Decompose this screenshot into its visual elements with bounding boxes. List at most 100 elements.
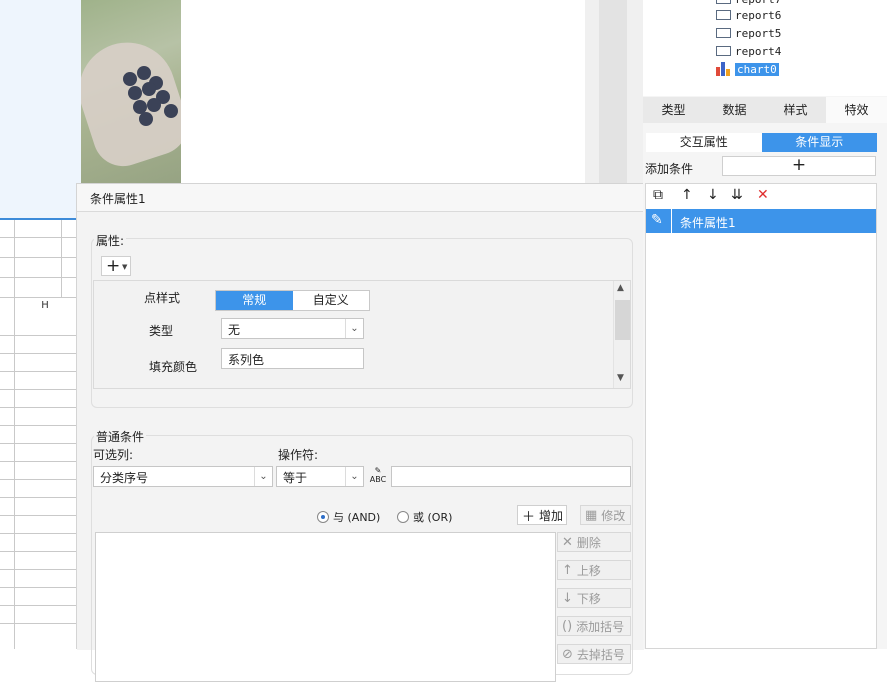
scroll-thumb[interactable] xyxy=(615,300,630,340)
condition-list[interactable] xyxy=(95,532,556,682)
dialog-body: 属性: + ▼ 点样式 常规 自定义 类型 无 ⌄ 填充颜色 系列色 ▲ ▼ 普… xyxy=(77,212,644,682)
move-bottom-icon[interactable]: ⇊ xyxy=(731,187,743,203)
arrow-up-icon[interactable]: ↑ xyxy=(681,187,693,203)
property-tabs: 类型 数据 样式 特效 xyxy=(643,97,887,123)
modify-button[interactable]: ▦ 修改 xyxy=(580,505,631,525)
scroll-down-icon[interactable]: ▼ xyxy=(617,373,624,383)
right-panel: report7 report6 report5 report4 chart0 类… xyxy=(643,0,887,649)
attribute-scrollbar[interactable]: ▲ ▼ xyxy=(613,281,630,388)
point-style-toggle: 常规 自定义 xyxy=(215,290,370,311)
and-radio[interactable]: 与 (AND) xyxy=(317,509,380,525)
condition-dialog: 条件属性1 属性: + ▼ 点样式 常规 自定义 类型 无 ⌄ 填充颜色 系列色 xyxy=(76,183,644,682)
type-select-value: 无 xyxy=(228,323,241,337)
add-condition-label: 增加 xyxy=(539,508,564,523)
delete-label: 删除 xyxy=(576,535,601,550)
effect-subtabs: 交互属性 条件显示 xyxy=(646,133,877,152)
add-bracket-button[interactable]: () 添加括号 xyxy=(557,616,631,636)
condition-list-toolbar: ⧉ ↑ ↓ ⇊ ✕ xyxy=(646,184,876,208)
operator-select-value: 等于 xyxy=(283,471,308,485)
operator-label: 操作符: xyxy=(278,448,319,462)
move-down-label: 下移 xyxy=(576,591,601,606)
column-select[interactable]: 分类序号 ⌄ xyxy=(93,466,273,487)
column-header-h[interactable]: H xyxy=(14,300,76,318)
tab-style[interactable]: 样式 xyxy=(765,97,826,123)
point-style-label: 点样式 xyxy=(144,291,181,305)
condition-group-label: 普通条件 xyxy=(94,428,147,445)
tree-item-label: chart0 xyxy=(735,62,779,76)
fill-color-field[interactable]: 系列色 xyxy=(221,348,364,369)
chevron-down-icon: ⌄ xyxy=(254,467,272,486)
value-input[interactable] xyxy=(391,466,631,487)
plus-icon: + xyxy=(791,155,807,175)
fill-color-label: 填充颜色 xyxy=(149,360,198,374)
operator-select[interactable]: 等于 ⌄ xyxy=(276,466,364,487)
spreadsheet-grid: H xyxy=(0,220,76,649)
remove-bracket-button[interactable]: ⊘ 去掉括号 xyxy=(557,644,631,664)
add-condition-panel-button[interactable]: + xyxy=(722,156,876,176)
background-image xyxy=(81,0,181,184)
remove-bracket-label: 去掉括号 xyxy=(576,647,625,662)
tree-item-report4[interactable]: report4 xyxy=(716,43,781,59)
bracket-icon: () xyxy=(562,618,573,634)
dialog-title: 条件属性1 xyxy=(77,184,644,212)
or-radio[interactable]: 或 (OR) xyxy=(397,509,452,525)
formula-abc-icon[interactable]: ✎ ABC xyxy=(368,466,388,486)
add-condition-label: 添加条件 xyxy=(645,162,694,176)
tree-item-report5[interactable]: report5 xyxy=(716,25,781,41)
condition-item-label: 条件属性1 xyxy=(680,216,736,230)
point-style-custom[interactable]: 自定义 xyxy=(293,291,370,310)
column-select-value: 分类序号 xyxy=(100,471,149,485)
column-label: 可选列: xyxy=(93,448,134,462)
condition-attribute-list: ⧉ ↑ ↓ ⇊ ✕ ✎ 条件属性1 xyxy=(645,183,877,649)
tree-item-label: report7 xyxy=(735,0,781,6)
plus-icon: + xyxy=(106,256,121,276)
tab-type[interactable]: 类型 xyxy=(643,97,704,123)
add-attribute-button[interactable]: + ▼ xyxy=(101,256,131,276)
widget-tree: report7 report6 report5 report4 chart0 xyxy=(643,0,887,96)
attribute-panel[interactable]: 点样式 常规 自定义 类型 无 ⌄ 填充颜色 系列色 ▲ ▼ xyxy=(93,280,631,389)
canvas-gutter xyxy=(585,0,643,184)
fill-color-value: 系列色 xyxy=(228,353,265,367)
subtab-interaction[interactable]: 交互属性 xyxy=(646,133,762,152)
radio-unchecked-icon xyxy=(397,511,409,523)
arrow-down-icon[interactable]: ↓ xyxy=(707,187,719,203)
tab-data[interactable]: 数据 xyxy=(704,97,765,123)
edit-icon: ▦ xyxy=(585,507,598,523)
arrow-up-icon: ↑ xyxy=(562,562,573,578)
report-canvas xyxy=(181,0,585,184)
tree-item-report6[interactable]: report6 xyxy=(716,7,781,23)
attribute-group-label: 属性: xyxy=(94,232,127,249)
condition-item[interactable]: ✎ 条件属性1 xyxy=(646,209,876,233)
scroll-up-icon[interactable]: ▲ xyxy=(617,283,624,293)
or-radio-label: 或 (OR) xyxy=(413,511,453,524)
report-icon xyxy=(716,10,731,20)
tree-item-report7[interactable]: report7 xyxy=(716,0,781,7)
add-condition-button[interactable]: ＋ 增加 xyxy=(517,505,567,525)
report-icon xyxy=(716,28,731,38)
radio-checked-icon xyxy=(317,511,329,523)
tree-item-label: report6 xyxy=(735,8,782,22)
tree-item-label: report5 xyxy=(735,26,782,40)
chevron-down-icon: ⌄ xyxy=(345,319,363,338)
pencil-icon: ✎ xyxy=(651,212,663,228)
move-down-button[interactable]: ↓ 下移 xyxy=(557,588,631,608)
move-up-label: 上移 xyxy=(576,563,601,578)
subtab-conditional-display[interactable]: 条件显示 xyxy=(761,133,877,152)
chevron-down-icon: ▼ xyxy=(122,263,128,271)
add-bracket-label: 添加括号 xyxy=(576,619,625,634)
delete-icon[interactable]: ✕ xyxy=(757,187,769,203)
move-up-button[interactable]: ↑ 上移 xyxy=(557,560,631,580)
tab-effects[interactable]: 特效 xyxy=(826,97,887,123)
arrow-down-icon: ↓ xyxy=(562,590,573,606)
copy-icon[interactable]: ⧉ xyxy=(653,187,663,203)
tree-item-chart0[interactable]: chart0 xyxy=(716,61,779,77)
report-icon xyxy=(716,0,731,4)
tree-item-label: report4 xyxy=(735,44,782,58)
canvas-blue-area xyxy=(0,0,81,220)
type-label: 类型 xyxy=(149,324,174,338)
point-style-normal[interactable]: 常规 xyxy=(216,291,293,310)
delete-button[interactable]: ✕ 删除 xyxy=(557,532,631,552)
report-icon xyxy=(716,46,731,56)
modify-label: 修改 xyxy=(601,508,626,523)
type-select[interactable]: 无 ⌄ xyxy=(221,318,364,339)
